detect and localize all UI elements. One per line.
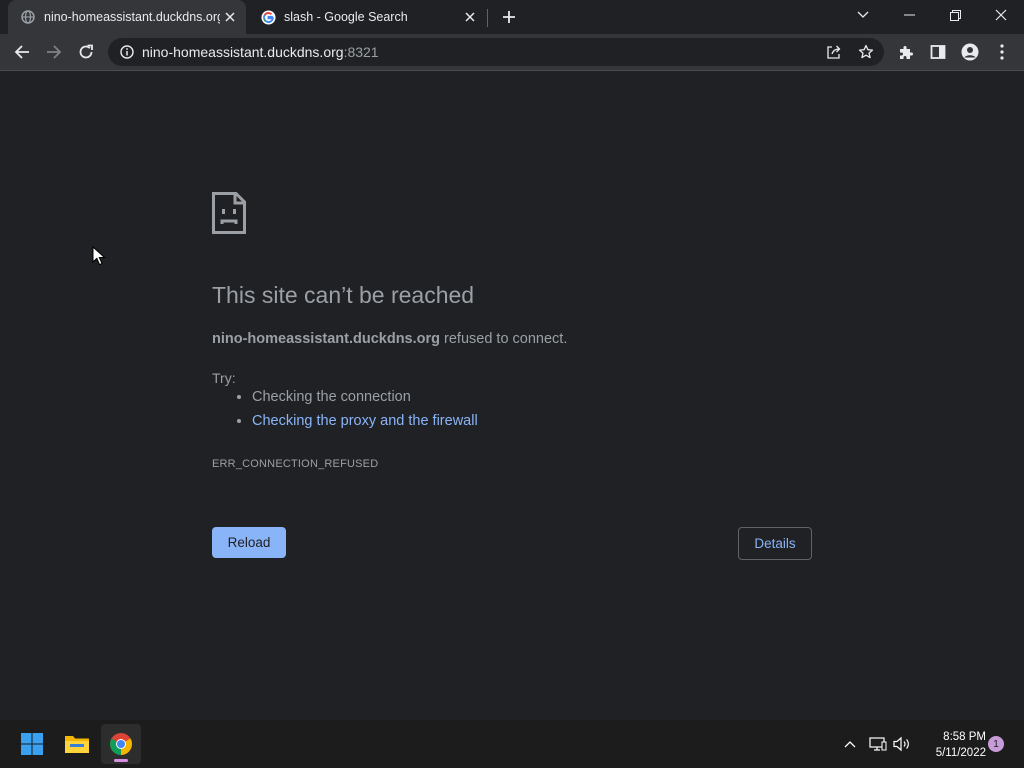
error-page: This site can’t be reached nino-homeassi… (0, 71, 1024, 720)
sad-document-icon (212, 192, 246, 239)
share-icon[interactable] (825, 43, 843, 61)
restore-button[interactable] (932, 0, 978, 30)
tab-search-button[interactable] (840, 0, 886, 30)
error-code: ERR_CONNECTION_REFUSED (212, 458, 379, 470)
file-explorer-button[interactable] (57, 724, 97, 764)
forward-button[interactable] (38, 36, 70, 68)
show-hidden-icons-button[interactable] (838, 732, 862, 756)
error-host: nino-homeassistant.duckdns.org (212, 331, 440, 347)
mouse-cursor-icon (92, 245, 106, 271)
suggestion-item: Checking the proxy and the firewall (252, 409, 478, 433)
try-label: Try: (212, 370, 236, 386)
refresh-icon (79, 44, 93, 59)
clock-date: 5/11/2022 (935, 747, 986, 759)
extensions-button[interactable] (890, 36, 922, 68)
chrome-taskbar-button[interactable] (101, 724, 141, 764)
bookmark-star-icon[interactable] (857, 43, 875, 61)
arrow-right-icon (47, 45, 62, 59)
chevron-down-icon (857, 11, 869, 18)
suggestion-connection: Checking the connection (252, 389, 411, 405)
start-button[interactable] (12, 724, 52, 764)
close-tab-icon[interactable] (220, 7, 240, 27)
minimize-button[interactable] (886, 0, 932, 30)
error-title: This site can’t be reached (212, 282, 475, 308)
tab-homeassistant[interactable]: nino-homeassistant.duckdns.org (8, 0, 246, 34)
details-button[interactable]: Details (738, 527, 812, 560)
windows-logo-icon (21, 733, 43, 755)
reload-button[interactable]: Reload (212, 527, 286, 558)
globe-icon (20, 9, 36, 25)
browser-toolbar: nino-homeassistant.duckdns.org:8321 (0, 34, 1024, 71)
address-bar[interactable]: nino-homeassistant.duckdns.org:8321 (108, 38, 884, 66)
back-button[interactable] (6, 36, 38, 68)
error-message-rest: refused to connect. (440, 331, 568, 347)
kebab-menu-icon (1000, 44, 1004, 60)
folder-icon (65, 736, 89, 753)
google-icon (260, 9, 276, 25)
profile-button[interactable] (954, 36, 986, 68)
volume-button[interactable] (890, 732, 914, 756)
side-panel-button[interactable] (922, 36, 954, 68)
url-port: :8321 (343, 44, 379, 60)
error-message: nino-homeassistant.duckdns.org refused t… (212, 331, 567, 347)
tab-separator (487, 9, 488, 27)
close-tab-icon[interactable] (460, 7, 480, 27)
side-panel-icon (930, 45, 946, 59)
network-button[interactable] (866, 732, 890, 756)
network-icon (869, 737, 887, 751)
active-app-indicator (114, 759, 128, 762)
plus-icon (503, 11, 515, 23)
suggestion-proxy-link[interactable]: Checking the proxy and the firewall (252, 413, 478, 429)
system-clock[interactable]: 8:58 PM 5/11/2022 (916, 729, 986, 761)
profile-icon (961, 43, 979, 61)
chrome-icon (110, 733, 132, 755)
taskbar: 8:58 PM 5/11/2022 1 (0, 720, 1024, 768)
tab-title: slash - Google Search (284, 10, 408, 24)
tab-google-search[interactable]: slash - Google Search (248, 0, 486, 34)
restore-icon (949, 9, 961, 21)
speaker-icon (893, 736, 909, 752)
info-icon[interactable] (118, 43, 136, 61)
url-host: nino-homeassistant.duckdns.org (142, 44, 344, 60)
suggestion-item: Checking the connection (252, 385, 478, 409)
chevron-up-icon (844, 741, 856, 748)
reload-toolbar-button[interactable] (70, 36, 102, 68)
clock-time: 8:58 PM (943, 731, 986, 743)
minimize-icon (903, 14, 915, 16)
notification-badge[interactable]: 1 (988, 736, 1004, 752)
close-icon (995, 9, 1007, 21)
menu-button[interactable] (986, 36, 1018, 68)
tab-title: nino-homeassistant.duckdns.org (44, 10, 220, 24)
new-tab-button[interactable] (498, 6, 520, 28)
arrow-left-icon (14, 45, 29, 59)
suggestion-list: Checking the connection Checking the pro… (212, 385, 478, 433)
tab-strip: nino-homeassistant.duckdns.org slash - G… (0, 0, 1024, 34)
close-window-button[interactable] (978, 0, 1024, 30)
puzzle-icon (900, 46, 913, 59)
